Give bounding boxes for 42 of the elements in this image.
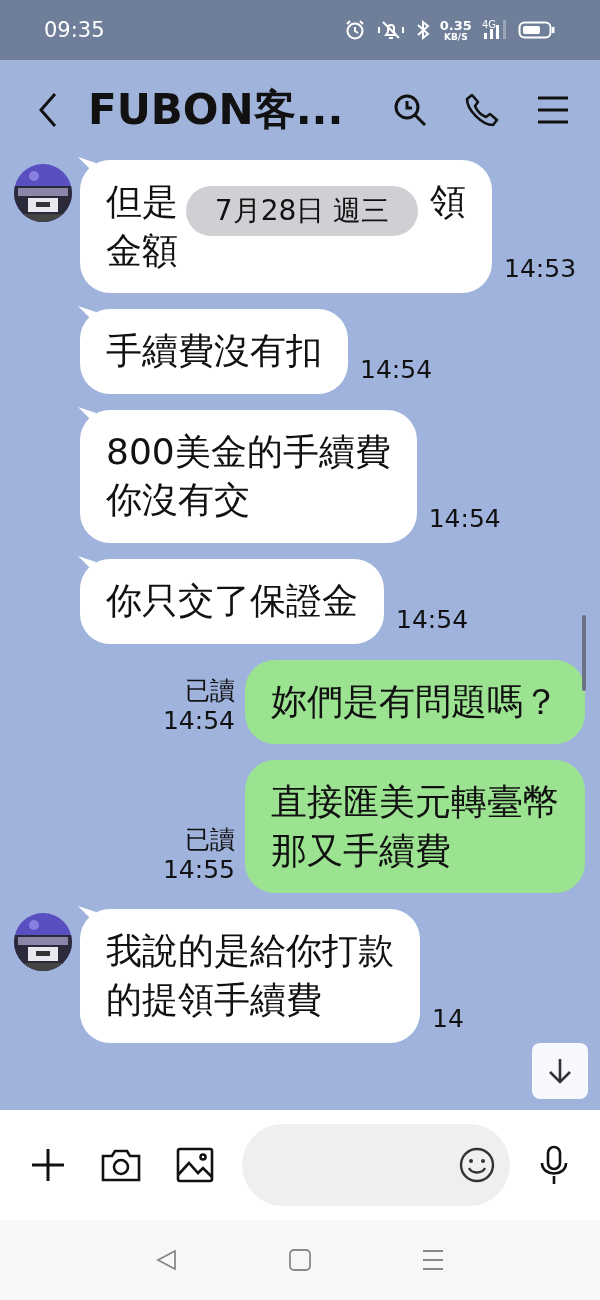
battery-icon (518, 19, 556, 41)
recents-nav-icon[interactable] (421, 1248, 446, 1272)
menu-icon[interactable] (536, 95, 570, 125)
bluetooth-icon (415, 19, 430, 41)
back-nav-icon[interactable] (154, 1248, 179, 1272)
muted-bell-icon (375, 19, 406, 41)
date-label: 7月28日 週三 (186, 186, 418, 236)
camera-icon[interactable] (100, 1147, 142, 1183)
network-type: 4G (481, 18, 496, 30)
back-icon[interactable] (38, 92, 58, 128)
message-text: 金額 (106, 228, 178, 273)
clock-time: 09:35 (44, 18, 105, 42)
message-text: 你只交了保證金 (106, 578, 358, 623)
message-time: 14:53 (504, 254, 577, 284)
search-icon[interactable] (392, 92, 428, 128)
net-speed-unit: KB/S (444, 31, 468, 42)
arrow-down-icon (547, 1057, 573, 1085)
phone-icon[interactable] (464, 92, 500, 128)
message-time: 14:55 (162, 855, 235, 886)
message-text: 直接匯美元轉臺幣 那又手續費 (271, 780, 559, 873)
emoji-icon[interactable] (458, 1146, 496, 1184)
message-text: 但是 (106, 180, 178, 224)
message-time: 14:54 (396, 604, 469, 634)
read-receipt: 已讀 (185, 676, 235, 707)
message-text: 妳們是有問題嗎？ (271, 679, 559, 724)
home-nav-icon[interactable] (288, 1248, 312, 1272)
message-text: 領 (430, 180, 466, 224)
message-text: 800美金的手續費 你沒有交 (106, 429, 391, 523)
message-time: 14:54 (360, 354, 433, 384)
message-time: 14 (432, 1003, 464, 1033)
chat-title: FUBON客... (88, 84, 345, 136)
read-receipt: 已讀 (185, 825, 235, 856)
message-text: 手續費沒有扣 (106, 329, 322, 374)
net-speed: 0.35 (439, 18, 472, 32)
message-time: 14:54 (162, 706, 235, 737)
message-time: 14:54 (428, 503, 501, 533)
scroll-down-button[interactable] (532, 1043, 588, 1099)
microphone-icon[interactable] (538, 1145, 570, 1185)
image-icon[interactable] (176, 1147, 214, 1183)
plus-icon[interactable] (30, 1147, 66, 1183)
message-text: 我說的是給你打款 的提領手續費 (106, 929, 394, 1022)
signal-icon (482, 19, 508, 41)
